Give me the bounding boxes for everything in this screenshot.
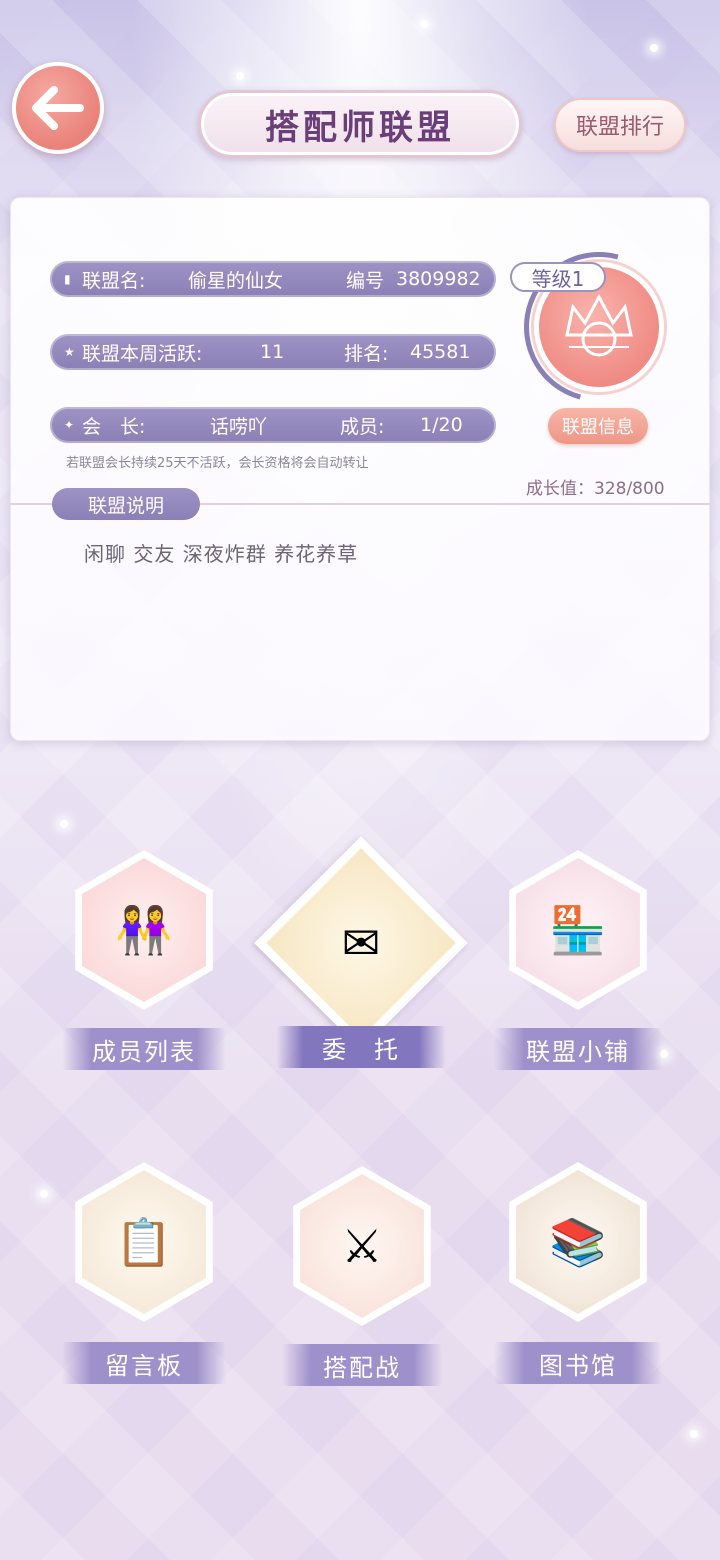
members-label: 成员: (340, 415, 385, 438)
message-board-label[interactable]: 留言板 (62, 1342, 226, 1384)
library-tile[interactable]: 📚 (498, 1162, 658, 1322)
activity-value: 11 (260, 341, 285, 363)
sparkle (60, 820, 68, 828)
leader-label: 会 长: (82, 415, 146, 438)
alliance-name: 偷星的仙女 (188, 269, 284, 292)
alliance-shop-label[interactable]: 联盟小铺 (494, 1028, 662, 1070)
sparkle-icon: ✦ (64, 418, 75, 432)
leader-name: 话唠吖 (210, 415, 268, 438)
bookmark-icon: ▮ (64, 272, 71, 286)
alliance-name-label: 联盟名: (82, 269, 146, 292)
library-icon: 📚 (549, 1215, 607, 1269)
members-list-label[interactable]: 成员列表 (62, 1028, 226, 1070)
commission-label[interactable]: 委 托 (276, 1026, 446, 1068)
library-label[interactable]: 图书馆 (494, 1342, 662, 1384)
activity-label: 联盟本周活跃: (82, 342, 203, 365)
alliance-leader-row: ✦ 会 长: 话唠吖 成员: 1/20 (50, 407, 496, 443)
commission-icon: ✉ (341, 916, 381, 970)
page-title-plate: 搭配师联盟 (198, 90, 522, 158)
shop-tile[interactable]: 🏪 (498, 850, 658, 1010)
match-battle-label[interactable]: 搭配战 (282, 1344, 442, 1386)
page-title: 搭配师联盟 (265, 107, 455, 148)
leader-transfer-note: 若联盟会长持续25天不活跃，会长资格将会自动转让 (66, 456, 369, 471)
battle-icon: ⚔ (341, 1219, 383, 1273)
members-tile[interactable]: 👭 (64, 850, 224, 1010)
members-icon: 👭 (115, 903, 173, 957)
sparkle (650, 44, 658, 52)
shop-icon: 🏪 (549, 903, 607, 957)
sparkle (236, 72, 244, 80)
ranking-label: 排名: (344, 342, 389, 365)
alliance-name-row: ▮ 联盟名: 偷星的仙女 编号 3809982 (50, 261, 496, 297)
members-count: 1/20 (420, 414, 463, 436)
back-button[interactable] (12, 62, 104, 154)
sparkle (690, 1430, 698, 1438)
alliance-level-badge: 等级1 (510, 262, 606, 292)
star-icon: ★ (64, 345, 75, 359)
sparkle (40, 1190, 48, 1198)
alliance-info-button[interactable]: 联盟信息 (548, 408, 648, 444)
alliance-ranking-button[interactable]: 联盟排行 (554, 98, 686, 152)
battle-tile[interactable]: ⚔ (282, 1166, 442, 1326)
description-tag: 联盟说明 (52, 488, 200, 520)
ranking-value: 45581 (410, 341, 471, 363)
message-board-tile[interactable]: 📋 (64, 1162, 224, 1322)
alliance-description: 闲聊 交友 深夜炸群 养花养草 (84, 542, 359, 566)
message-board-icon: 📋 (115, 1215, 173, 1269)
growth-value: 成长值：328/800 (526, 479, 665, 499)
alliance-activity-row: ★ 联盟本周活跃: 11 排名: 45581 (50, 334, 496, 370)
alliance-id: 3809982 (396, 268, 481, 290)
alliance-id-label: 编号 (346, 269, 385, 292)
arrow-left-icon (32, 86, 84, 130)
sparkle (420, 20, 428, 28)
commission-tile[interactable]: ✉ (254, 836, 468, 1050)
